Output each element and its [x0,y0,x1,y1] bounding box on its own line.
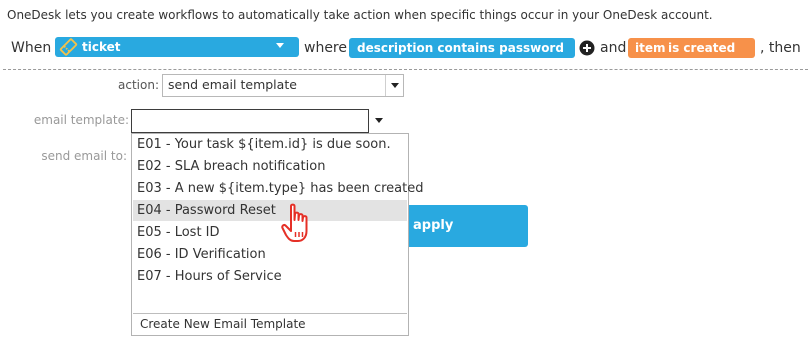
email-template-label: email template: [33,113,129,127]
apply-button[interactable]: apply [395,205,528,247]
chevron-down-icon [375,118,383,123]
item-label: item [635,41,666,55]
item-event-pill[interactable]: item is created [628,38,755,58]
create-template-button[interactable]: Create New Email Template [133,313,407,335]
email-template-dropdown: E01 - Your task ${item.id} is due soon. … [131,133,423,336]
dropdown-option[interactable]: E06 - ID Verification [133,244,407,265]
apply-label: apply [413,218,454,233]
action-value: send email template [168,77,297,92]
where-label: where [304,40,347,56]
chevron-down-icon [391,83,399,88]
condition-pill[interactable]: description contains password [349,38,575,58]
dropdown-option[interactable]: E05 - Lost ID [133,222,407,243]
email-template-select[interactable] [131,109,388,133]
chevron-down-icon [276,43,284,48]
divider [3,69,808,70]
dropdown-option-highlighted[interactable]: E04 - Password Reset [133,200,407,221]
and-label: and [600,40,627,56]
when-label: When [11,40,52,56]
item-event-label: is created [668,41,736,55]
dropdown-option[interactable]: E02 - SLA breach notification [133,156,407,177]
dropdown-option[interactable]: E07 - Hours of Service [133,266,407,287]
trigger-type-label: ticket [82,40,121,54]
hand-pointer-icon [281,203,317,249]
condition-label: description contains password [357,41,564,55]
action-select[interactable]: send email template [162,74,404,97]
ticket-icon [59,38,78,59]
select-divider [385,75,386,96]
dropdown-option[interactable]: E01 - Your task ${item.id} is due soon. [133,134,407,155]
intro-text: OneDesk lets you create workflows to aut… [7,8,713,22]
action-label: action: [118,78,159,92]
email-template-input[interactable] [131,109,369,133]
send-email-to-label: send email to: [41,149,127,163]
then-label: , then [760,40,801,56]
trigger-type-select[interactable]: ticket [55,37,299,57]
plus-circle-icon[interactable] [579,40,595,60]
dropdown-option[interactable]: E03 - A new ${item.type} has been create… [133,178,423,199]
